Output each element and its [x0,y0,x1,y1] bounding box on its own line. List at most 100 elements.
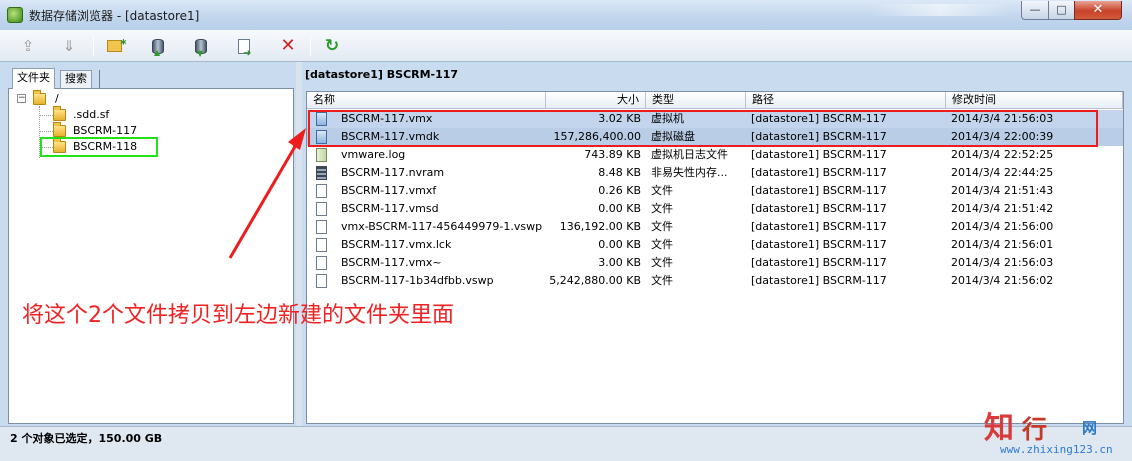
file-modified: 2014/3/4 22:52:25 [951,148,1054,161]
column-header-path[interactable]: 路径 [746,92,946,109]
file-icon [316,274,327,288]
nvram-icon [316,166,327,180]
file-path: [datastore1] BSCRM-117 [751,184,887,197]
upload-icon[interactable]: ⇪ [16,34,40,58]
table-row[interactable]: BSCRM-117.nvram 8.48 KB 非易失性内存... [datas… [307,164,1123,182]
move-file-icon [238,39,251,66]
file-path: [datastore1] BSCRM-117 [751,274,887,287]
tree-item-label: BSCRM-117 [73,124,138,137]
tab-folders[interactable]: 文件夹 [12,68,55,89]
file-size: 0.00 KB [598,238,641,251]
file-modified: 2014/3/4 21:56:01 [951,238,1054,251]
window-title: 数据存储浏览器 - [datastore1] [29,9,200,23]
close-button[interactable]: ✕ [1074,1,1122,20]
download-datastore-button[interactable] [189,34,213,66]
file-name: BSCRM-117.vmxf [341,184,437,197]
file-size: 0.00 KB [598,202,641,215]
status-bar: 2 个对象已选定，150.00 GB [0,426,1132,461]
file-modified: 2014/3/4 21:56:02 [951,274,1054,287]
file-type: 文件 [651,184,673,197]
datastore-upload-icon [152,39,164,65]
column-header-name[interactable]: 名称 [307,92,546,109]
file-name: BSCRM-117.vmsd [341,202,439,215]
file-size: 3.00 KB [598,256,641,269]
file-type: 虚拟机日志文件 [651,148,728,161]
app-icon [7,7,23,23]
file-type: 文件 [651,220,673,233]
datastore-download-icon [195,39,207,66]
folder-open-icon [33,90,46,105]
toolbar: ⇪ ⇓ ✕ ↻ [0,30,1132,66]
annotation-text: 将这个2个文件拷贝到左边新建的文件夹里面 [22,303,454,328]
status-text: 2 个对象已选定，150.00 GB [10,432,163,445]
maximize-button[interactable]: □ [1048,1,1075,20]
file-name: BSCRM-117.nvram [341,166,445,179]
log-icon [316,148,327,162]
toolbar-separator [93,36,94,56]
file-modified: 2014/3/4 21:51:42 [951,202,1054,215]
file-size: 136,192.00 KB [559,220,641,233]
panel-splitter[interactable] [296,62,302,426]
folder-icon [53,106,66,121]
file-modified: 2014/3/4 22:44:25 [951,166,1054,179]
file-icon [316,256,327,270]
download-icon[interactable]: ⇓ [57,34,81,58]
column-header-size[interactable]: 大小 [546,92,646,109]
tree-line [39,131,53,132]
watermark-url: www.zhixing123.cn [1000,443,1113,456]
delete-icon[interactable]: ✕ [276,34,300,58]
file-path: [datastore1] BSCRM-117 [751,148,887,161]
tab-divider [99,70,100,88]
file-path: [datastore1] BSCRM-117 [751,202,887,215]
register-vm-button[interactable] [232,34,256,66]
file-path: [datastore1] BSCRM-117 [751,256,887,269]
file-type: 文件 [651,274,673,287]
folder-open-icon [53,122,66,137]
column-header-type[interactable]: 类型 [646,92,746,109]
file-name: BSCRM-117-1b34dfbb.vswp [341,274,494,287]
file-modified: 2014/3/4 21:51:43 [951,184,1054,197]
file-name: BSCRM-117.vmx~ [341,256,442,269]
watermark-zhi: 知 [984,411,1014,446]
table-row[interactable]: BSCRM-117.vmx~ 3.00 KB 文件 [datastore1] B… [307,254,1123,272]
tree-line [39,115,53,116]
highlight-box-target-folder [40,137,158,157]
file-type: 文件 [651,202,673,215]
file-icon [316,184,327,198]
file-size: 8.48 KB [598,166,641,179]
table-row[interactable]: BSCRM-117.vmxf 0.26 KB 文件 [datastore1] B… [307,182,1123,200]
minimize-button[interactable]: — [1021,1,1049,20]
file-name: BSCRM-117.vmx.lck [341,238,452,251]
file-name: vmware.log [341,148,406,161]
file-path: [datastore1] BSCRM-117 [751,220,887,233]
file-size: 5,242,880.00 KB [549,274,641,287]
table-row[interactable]: vmx-BSCRM-117-456449979-1.vswp 136,192.0… [307,218,1123,236]
table-row[interactable]: BSCRM-117.vmx.lck 0.00 KB 文件 [datastore1… [307,236,1123,254]
watermark-xing: 行 [1022,415,1048,444]
new-folder-button[interactable] [102,32,127,58]
current-path-label: [datastore1] BSCRM-117 [305,68,459,81]
file-path: [datastore1] BSCRM-117 [751,166,887,179]
upload-datastore-button[interactable] [146,34,170,65]
file-type: 文件 [651,256,673,269]
file-icon [316,220,327,234]
tree-item-label: / [55,92,59,105]
tab-search[interactable]: 搜索 [60,70,92,88]
file-modified: 2014/3/4 21:56:03 [951,256,1054,269]
file-type: 文件 [651,238,673,251]
folder-panel: 文件夹 搜索 − / .sdd.sf BSCRM-117 BSCRM-118 [8,68,294,424]
table-row[interactable]: BSCRM-117-1b34dfbb.vswp 5,242,880.00 KB … [307,272,1123,290]
column-header-modified[interactable]: 修改时间 [946,92,1123,109]
file-name: vmx-BSCRM-117-456449979-1.vswp [341,220,543,233]
table-row[interactable]: vmware.log 743.89 KB 虚拟机日志文件 [datastore1… [307,146,1123,164]
tree-item-label: .sdd.sf [73,108,110,121]
collapse-icon[interactable]: − [17,94,26,103]
file-path: [datastore1] BSCRM-117 [751,238,887,251]
new-folder-icon [106,32,127,56]
file-type: 非易失性内存... [651,166,728,179]
file-modified: 2014/3/4 21:56:00 [951,220,1054,233]
refresh-icon[interactable]: ↻ [320,34,344,58]
table-row[interactable]: BSCRM-117.vmsd 0.00 KB 文件 [datastore1] B… [307,200,1123,218]
file-icon [316,202,327,216]
file-size: 743.89 KB [584,148,641,161]
